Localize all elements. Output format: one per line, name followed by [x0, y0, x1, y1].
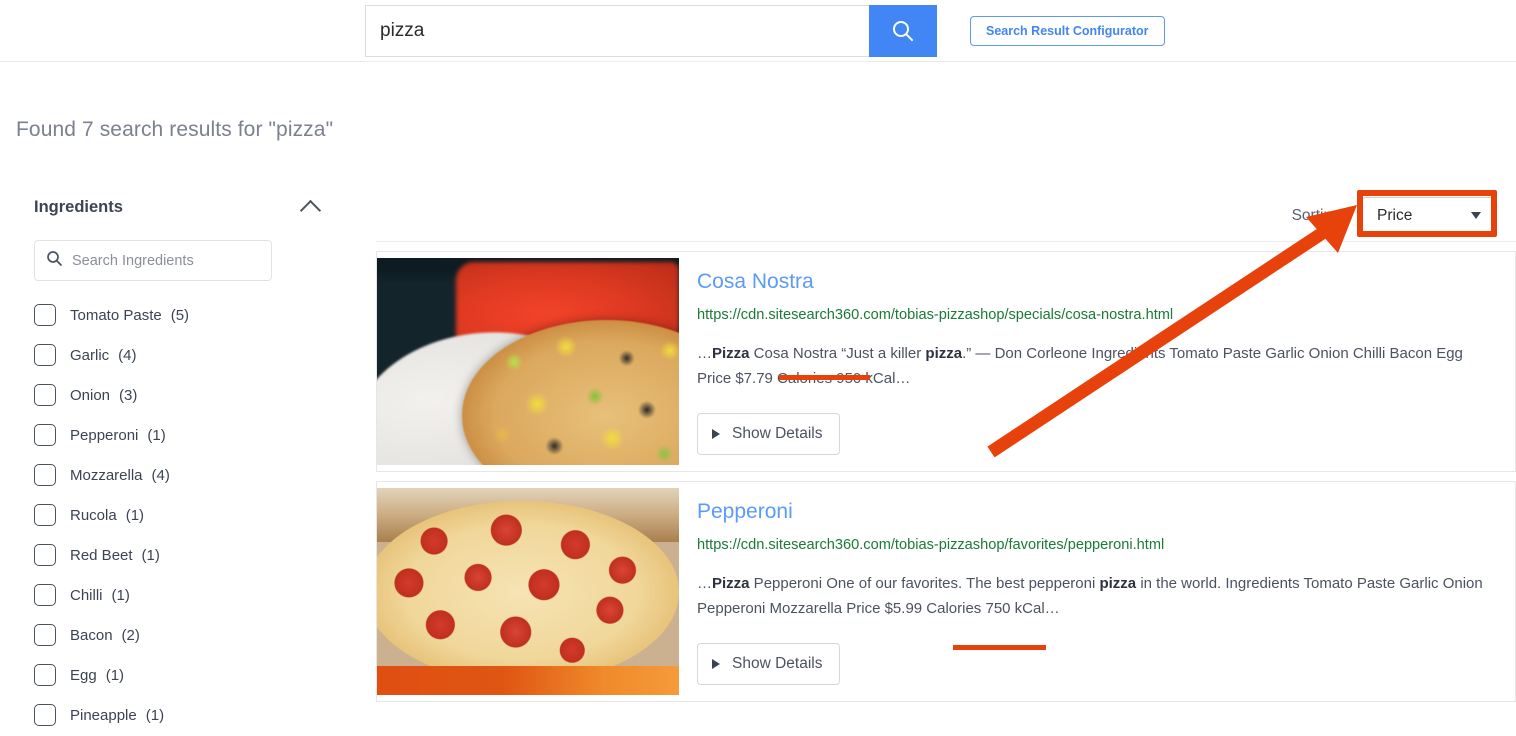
checkbox-icon[interactable] — [34, 704, 56, 726]
snippet-mid: Cosa Nostra “Just a killer — [749, 345, 926, 363]
ingredients-search-input[interactable] — [72, 252, 252, 269]
results-column: Sorting: Price Cosa Nostra https://cdn.s… — [376, 190, 1516, 703]
filters-sidebar: Ingredients Tomato Paste (5) Garlic (4) … — [0, 196, 340, 735]
facet-title: Ingredients — [34, 197, 123, 216]
facet-option-red-beet[interactable]: Red Beet (1) — [0, 535, 340, 575]
facet-option-label: Egg — [70, 666, 97, 684]
ingredients-facet-header[interactable]: Ingredients — [34, 196, 322, 218]
ingredients-search-box[interactable] — [34, 240, 272, 281]
snippet-pre: … — [697, 345, 712, 363]
checkbox-icon[interactable] — [34, 504, 56, 526]
facet-option-egg[interactable]: Egg (1) — [0, 655, 340, 695]
facet-option-bacon[interactable]: Bacon (2) — [0, 615, 340, 655]
chevron-down-icon — [1471, 212, 1481, 219]
snippet-highlight: pizza — [1099, 575, 1137, 593]
facet-option-count: (2) — [121, 626, 140, 644]
result-url[interactable]: https://cdn.sitesearch360.com/tobias-piz… — [697, 307, 1497, 323]
facet-option-label: Pineapple — [70, 706, 137, 724]
snippet-highlight: Pizza — [712, 345, 750, 363]
snippet-highlight: pizza — [925, 345, 963, 363]
show-details-button[interactable]: Show Details — [697, 413, 841, 456]
facet-option-onion[interactable]: Onion (3) — [0, 375, 340, 415]
facet-option-rucola[interactable]: Rucola (1) — [0, 495, 340, 535]
checkbox-icon[interactable] — [34, 384, 56, 406]
facet-option-label: Garlic — [70, 346, 110, 364]
facet-option-label: Rucola — [70, 506, 117, 524]
sorting-selected-value: Price — [1377, 206, 1413, 224]
facet-option-chilli[interactable]: Chilli (1) — [0, 575, 340, 615]
facet-option-count: (1) — [111, 586, 130, 604]
facet-option-label: Onion — [70, 386, 111, 404]
facet-option-label: Tomato Paste — [70, 306, 162, 324]
pepperoni-pizza-in-box-photo — [377, 488, 679, 696]
results-summary: Found 7 search results for "pizza" — [16, 118, 334, 141]
result-url[interactable]: https://cdn.sitesearch360.com/tobias-piz… — [697, 537, 1497, 553]
facet-option-count: (1) — [147, 426, 166, 444]
snippet-pre: … — [697, 575, 712, 593]
facet-option-count: (1) — [125, 506, 145, 524]
checkbox-icon[interactable] — [34, 624, 56, 646]
search-input[interactable] — [365, 5, 869, 57]
pizza-on-plate-photo — [377, 258, 679, 465]
result-thumbnail[interactable] — [377, 488, 679, 696]
result-body: Pepperoni https://cdn.sitesearch360.com/… — [679, 482, 1515, 701]
facet-option-tomato-paste[interactable]: Tomato Paste (5) — [0, 295, 340, 335]
top-header: Search Result Configurator — [0, 0, 1516, 62]
checkbox-icon[interactable] — [34, 664, 56, 686]
show-details-label: Show Details — [732, 425, 823, 443]
facet-option-label: Pepperoni — [70, 426, 139, 444]
result-card[interactable]: Pepperoni https://cdn.sitesearch360.com/… — [376, 481, 1516, 703]
facet-option-count: (1) — [145, 706, 165, 724]
result-title-link[interactable]: Pepperoni — [697, 500, 1497, 523]
facet-option-count: (5) — [170, 306, 190, 324]
chevron-up-icon[interactable] — [300, 196, 322, 218]
checkbox-icon[interactable] — [34, 544, 56, 566]
result-thumbnail[interactable] — [377, 258, 679, 465]
search-icon — [46, 250, 63, 272]
sorting-row: Sorting: Price — [376, 190, 1516, 242]
facet-option-count: (1) — [141, 546, 160, 564]
result-body: Cosa Nostra https://cdn.sitesearch360.co… — [679, 252, 1515, 471]
facet-option-count: (3) — [119, 386, 138, 404]
checkbox-icon[interactable] — [34, 464, 56, 486]
snippet-highlight: Pizza — [712, 575, 750, 593]
triangle-right-icon — [712, 429, 720, 440]
result-title-link[interactable]: Cosa Nostra — [697, 270, 1497, 293]
facet-option-pepperoni[interactable]: Pepperoni (1) — [0, 415, 340, 455]
facet-option-count: (4) — [118, 346, 137, 364]
facet-option-mozzarella[interactable]: Mozzarella (4) — [0, 455, 340, 495]
ingredients-list: Tomato Paste (5) Garlic (4) Onion (3) Pe… — [0, 295, 340, 735]
checkbox-icon[interactable] — [34, 344, 56, 366]
checkbox-icon[interactable] — [34, 584, 56, 606]
search-icon — [890, 18, 916, 44]
result-snippet: …Pizza Pepperoni One of our favorites. T… — [697, 571, 1497, 621]
facet-option-pineapple[interactable]: Pineapple (1) — [0, 695, 340, 735]
search-result-configurator-button[interactable]: Search Result Configurator — [970, 16, 1165, 46]
result-snippet: …Pizza Cosa Nostra “Just a killer pizza.… — [697, 341, 1497, 391]
facet-option-count: (1) — [105, 666, 125, 684]
facet-option-label: Red Beet — [70, 546, 133, 564]
facet-option-label: Bacon — [70, 626, 113, 644]
search-submit-button[interactable] — [869, 5, 937, 57]
result-card[interactable]: Cosa Nostra https://cdn.sitesearch360.co… — [376, 251, 1516, 473]
sorting-dropdown[interactable]: Price — [1362, 196, 1494, 235]
triangle-right-icon — [712, 659, 720, 670]
facet-option-label: Mozzarella — [70, 466, 143, 484]
search-bar — [365, 5, 937, 57]
show-details-label: Show Details — [732, 655, 823, 673]
show-details-button[interactable]: Show Details — [697, 643, 841, 686]
checkbox-icon[interactable] — [34, 424, 56, 446]
facet-option-count: (4) — [151, 466, 170, 484]
sorting-label: Sorting: — [1291, 206, 1345, 224]
facet-option-garlic[interactable]: Garlic (4) — [0, 335, 340, 375]
facet-option-label: Chilli — [70, 586, 103, 604]
snippet-mid: Pepperoni One of our favorites. The best… — [749, 575, 1100, 593]
checkbox-icon[interactable] — [34, 304, 56, 326]
